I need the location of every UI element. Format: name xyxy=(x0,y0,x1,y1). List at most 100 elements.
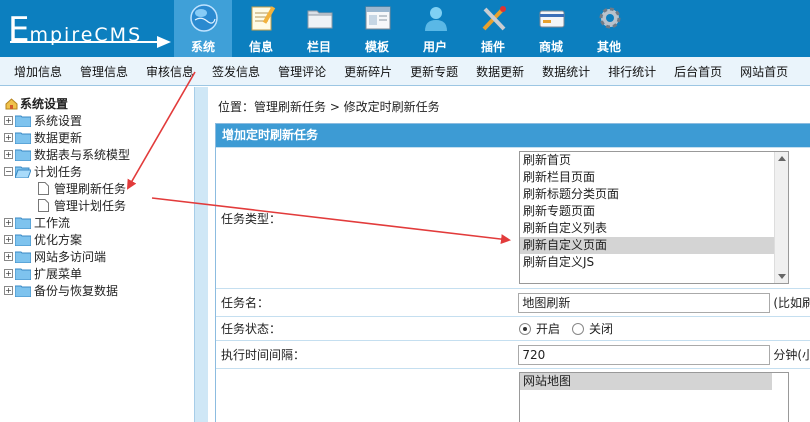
page-listbox[interactable]: 网站地图 xyxy=(519,372,789,422)
task-type-option-selected[interactable]: 刷新自定义页面 xyxy=(520,237,788,254)
collapse-toggle-icon[interactable]: − xyxy=(4,167,13,176)
folder-icon xyxy=(15,234,31,246)
folder-icon xyxy=(15,217,31,229)
tree-node-workflow[interactable]: + 工作流 xyxy=(4,214,130,231)
nav-user[interactable]: 用户 xyxy=(406,0,464,57)
menu-site-home[interactable]: 网站首页 xyxy=(740,63,788,80)
expand-toggle-icon[interactable]: + xyxy=(4,269,13,278)
nav-label: 商城 xyxy=(538,40,563,54)
folder-icon xyxy=(15,268,31,280)
menu-manage-comments[interactable]: 管理评论 xyxy=(278,63,326,80)
scroll-down-icon[interactable] xyxy=(778,274,786,279)
tools-icon xyxy=(482,6,506,31)
folder-icon xyxy=(307,10,333,29)
status-on-radio[interactable] xyxy=(519,322,531,335)
tree-node-multi-access[interactable]: + 网站多访问端 xyxy=(4,248,130,265)
task-type-option[interactable]: 刷新栏目页面 xyxy=(520,169,788,186)
notepad-icon xyxy=(251,6,276,31)
tree-root[interactable]: 系统设置 xyxy=(5,95,68,112)
menu-data-stats[interactable]: 数据统计 xyxy=(542,63,590,80)
expand-toggle-icon[interactable]: + xyxy=(4,150,13,159)
expand-toggle-icon[interactable]: + xyxy=(4,235,13,244)
nav-other[interactable]: 其他 xyxy=(580,0,638,57)
interval-hint: 分钟(小 xyxy=(773,348,810,362)
main-nav: 系统 信息 栏目 模板 用户 插件 商城 其他 xyxy=(174,0,638,57)
expand-toggle-icon[interactable]: + xyxy=(4,116,13,125)
interval-row: 执行时间间隔： 720 分钟(小 xyxy=(216,340,810,368)
nav-plugin[interactable]: 插件 xyxy=(464,0,522,57)
menu-add-info[interactable]: 增加信息 xyxy=(14,63,62,80)
task-type-option[interactable]: 刷新专题页面 xyxy=(520,203,788,220)
tree-node-data-update[interactable]: + 数据更新 xyxy=(4,129,130,146)
nav-shop[interactable]: 商城 xyxy=(522,0,580,57)
nav-info[interactable]: 信息 xyxy=(232,0,290,57)
tree-node-optimization[interactable]: + 优化方案 xyxy=(4,231,130,248)
empirecms-logo: EmpireCMS xyxy=(2,6,174,52)
tree-node-label: 计划任务 xyxy=(34,165,83,179)
nav-label: 信息 xyxy=(248,40,273,54)
status-off-radio[interactable] xyxy=(572,322,585,335)
page-list-cell: 网站地图 xyxy=(514,369,810,422)
tree-node-backup-restore[interactable]: + 备份与恢复数据 xyxy=(4,282,130,299)
tree-node-label: 网站多访问端 xyxy=(34,250,107,264)
expand-toggle-icon[interactable]: + xyxy=(4,133,13,142)
task-status-cell: 开启 关闭 xyxy=(514,317,810,340)
panel-splitter[interactable] xyxy=(194,87,208,422)
status-off-label: 关闭 xyxy=(589,322,614,336)
status-on-label: 开启 xyxy=(536,322,561,336)
tree-root-label: 系统设置 xyxy=(20,97,69,111)
refresh-task-form: 增加定时刷新任务 任务类型： 刷新首页 刷新栏目页面 刷新标题分类页面 刷新专题… xyxy=(215,123,810,422)
task-name-cell: 地图刷新 (比如刷 xyxy=(513,289,810,316)
expand-toggle-icon[interactable]: + xyxy=(4,286,13,295)
task-name-hint: (比如刷 xyxy=(773,296,810,310)
page-option-selected[interactable]: 网站地图 xyxy=(520,373,772,390)
folder-icon xyxy=(15,115,31,127)
folder-icon xyxy=(15,251,31,263)
task-type-option[interactable]: 刷新标题分类页面 xyxy=(520,186,788,203)
template-window-icon xyxy=(365,6,391,30)
tree-child-label: 管理刷新任务 xyxy=(54,182,127,196)
globe-icon xyxy=(190,4,218,32)
tree-child-manage-scheduled-tasks[interactable]: 管理计划任务 xyxy=(4,197,130,214)
interval-input[interactable]: 720 xyxy=(518,344,771,365)
tree-child-manage-refresh-tasks[interactable]: 管理刷新任务 xyxy=(4,180,130,197)
tree-node-label: 数据更新 xyxy=(34,131,83,145)
logo-underline xyxy=(10,41,160,43)
nav-column[interactable]: 栏目 xyxy=(290,0,348,57)
tree-node-tables-models[interactable]: + 数据表与系统模型 xyxy=(4,146,130,163)
menu-review-info[interactable]: 审核信息 xyxy=(146,63,194,80)
logo-text: EmpireCMS xyxy=(8,10,143,50)
task-type-option[interactable]: 刷新自定义JS xyxy=(520,254,788,271)
menu-data-update[interactable]: 数据更新 xyxy=(476,63,524,80)
page-icon xyxy=(38,182,49,195)
form-title: 增加定时刷新任务 xyxy=(216,124,810,147)
task-name-row: 任务名： 地图刷新 (比如刷 xyxy=(216,288,810,316)
menu-update-topics[interactable]: 更新专题 xyxy=(410,63,458,80)
task-type-option[interactable]: 刷新自定义列表 xyxy=(520,220,788,237)
listbox-scrollbar[interactable] xyxy=(774,152,788,283)
menu-admin-home[interactable]: 后台首页 xyxy=(674,63,722,80)
logo-arrow-icon xyxy=(157,36,171,48)
tree-node-scheduled-tasks[interactable]: − 计划任务 xyxy=(4,163,130,180)
tree-list: + 系统设置 + 数据更新 + 数据表与系统模型 − 计划任务 管理刷新任务 管… xyxy=(4,112,130,299)
expand-toggle-icon[interactable]: + xyxy=(4,218,13,227)
menu-manage-info[interactable]: 管理信息 xyxy=(80,63,128,80)
menu-sign-info[interactable]: 签发信息 xyxy=(212,63,260,80)
app-window: EmpireCMS 系统 信息 栏目 模板 用户 插件 商城 其他 增加信息 管… xyxy=(0,0,810,422)
page-list-row: 网站地图 xyxy=(216,368,810,422)
expand-toggle-icon[interactable]: + xyxy=(4,252,13,261)
task-type-listbox[interactable]: 刷新首页 刷新栏目页面 刷新标题分类页面 刷新专题页面 刷新自定义列表 刷新自定… xyxy=(519,151,789,284)
task-type-option[interactable]: 刷新首页 xyxy=(520,152,788,169)
task-status-label: 任务状态： xyxy=(216,317,514,340)
tree-node-system-settings[interactable]: + 系统设置 xyxy=(4,112,130,129)
nav-system[interactable]: 系统 xyxy=(174,0,232,57)
scroll-up-icon[interactable] xyxy=(778,156,786,161)
tree-node-extended-menu[interactable]: + 扩展菜单 xyxy=(4,265,130,282)
interval-label: 执行时间间隔： xyxy=(216,341,514,368)
nav-template[interactable]: 模板 xyxy=(348,0,406,57)
menu-update-fragments[interactable]: 更新碎片 xyxy=(344,63,392,80)
task-name-input[interactable]: 地图刷新 xyxy=(518,292,771,313)
nav-label: 插件 xyxy=(480,40,505,54)
nav-label: 用户 xyxy=(422,40,447,54)
menu-ranking-stats[interactable]: 排行统计 xyxy=(608,63,656,80)
